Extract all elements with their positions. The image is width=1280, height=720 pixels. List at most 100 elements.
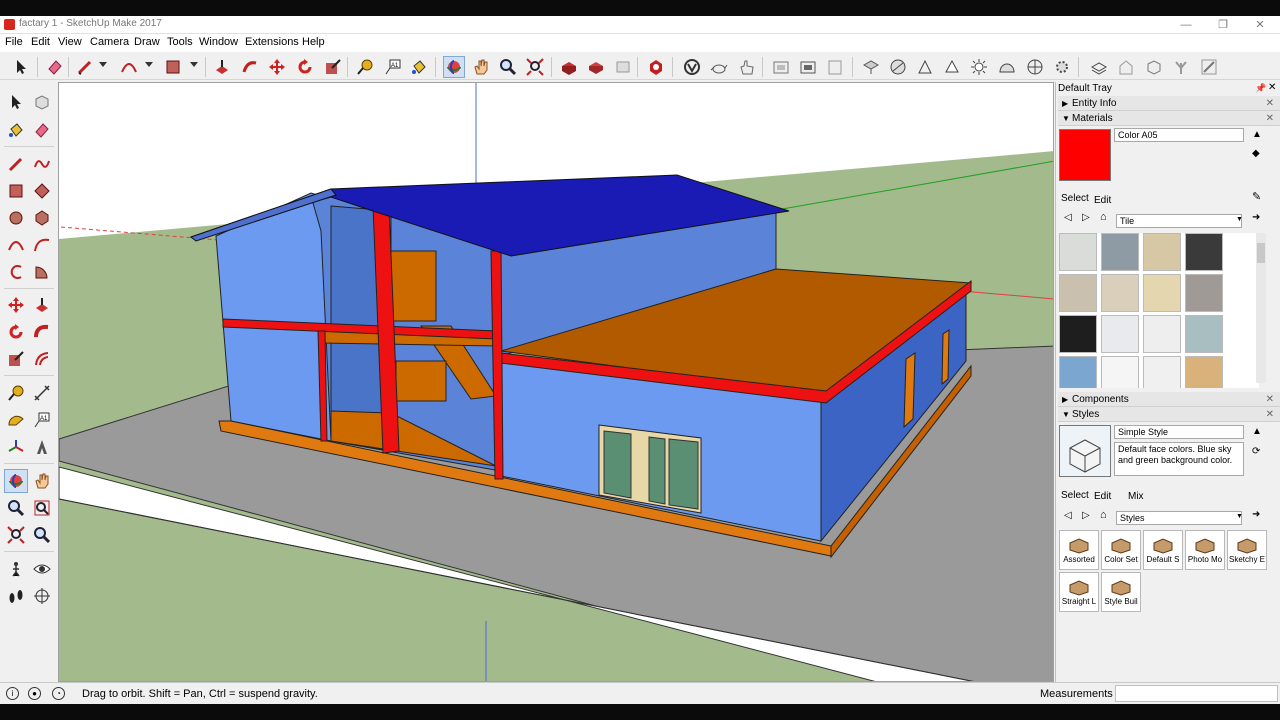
entity-info-panel-header[interactable]: ▶ Entity Info ✕ <box>1058 96 1280 111</box>
back-icon[interactable]: ◁ <box>1064 510 1072 521</box>
look-around-tool[interactable] <box>30 557 54 581</box>
eraser-tool-button[interactable] <box>44 56 66 78</box>
swatch-scrollbar[interactable] <box>1256 233 1266 383</box>
close-panel-icon[interactable]: ✕ <box>1266 96 1274 111</box>
measurements-input[interactable] <box>1115 685 1278 702</box>
hidden-line-button[interactable] <box>941 56 963 78</box>
hand-select-button[interactable] <box>736 56 758 78</box>
back-edges-button[interactable] <box>887 56 909 78</box>
paint-bucket-tool[interactable] <box>4 118 28 142</box>
material-swatch[interactable] <box>1185 233 1223 271</box>
materials-panel-header[interactable]: ▼ Materials ✕ <box>1058 111 1280 126</box>
section-plane-tool[interactable] <box>30 584 54 608</box>
follow-me-tool-button[interactable] <box>239 56 261 78</box>
menu-tools[interactable]: Tools <box>167 36 193 48</box>
rotate-tool[interactable] <box>4 320 28 344</box>
zoom-tool[interactable] <box>4 496 28 520</box>
material-swatch[interactable] <box>1143 274 1181 312</box>
tape-measure-tool[interactable] <box>4 381 28 405</box>
material-swatch[interactable] <box>1101 356 1139 388</box>
components-panel-header[interactable]: ▶ Components ✕ <box>1058 392 1280 407</box>
position-camera-tool[interactable] <box>4 557 28 581</box>
two-point-arc-tool[interactable] <box>30 233 54 257</box>
arc-tool-button[interactable] <box>118 56 140 78</box>
info-icon[interactable]: i <box>6 687 19 700</box>
chevron-down-icon[interactable]: ▼ <box>1236 216 1243 223</box>
styles-tab-edit[interactable]: Edit <box>1094 491 1111 502</box>
share-model-button[interactable] <box>585 56 607 78</box>
style-folder[interactable]: Sketchy E <box>1227 530 1267 570</box>
minimize-button[interactable]: — <box>1168 16 1204 34</box>
push-pull-tool[interactable] <box>30 293 54 317</box>
extension-warehouse-button[interactable] <box>645 56 667 78</box>
material-library-select[interactable]: Tile <box>1116 214 1242 228</box>
views-back-button[interactable] <box>1198 56 1220 78</box>
style-folder[interactable]: Straight L <box>1059 572 1099 612</box>
axes-tool[interactable] <box>4 435 28 459</box>
close-panel-icon[interactable]: ✕ <box>1266 392 1274 407</box>
shaded-button[interactable] <box>968 56 990 78</box>
arc-tool[interactable] <box>4 233 28 257</box>
styles-tab-select[interactable]: Select <box>1061 490 1089 501</box>
text-tool-button[interactable]: A1 <box>382 56 404 78</box>
menu-extensions[interactable]: Extensions <box>245 36 299 48</box>
details-arrow-icon[interactable]: ➜ <box>1252 212 1260 223</box>
style-folder[interactable]: Photo Mo <box>1185 530 1225 570</box>
style-folder[interactable]: Assorted <box>1059 530 1099 570</box>
section-display-button[interactable] <box>797 56 819 78</box>
scale-tool-button[interactable] <box>322 56 344 78</box>
rotated-rectangle-tool[interactable] <box>30 179 54 203</box>
pie-tool[interactable] <box>30 260 54 284</box>
style-folder[interactable]: Style Buil <box>1101 572 1141 612</box>
material-swatch[interactable] <box>1101 233 1139 271</box>
previous-view-tool[interactable] <box>30 523 54 547</box>
shadows-button[interactable] <box>1051 56 1073 78</box>
scale-tool[interactable] <box>4 347 28 371</box>
eyedropper-icon[interactable]: ✎ <box>1252 190 1261 203</box>
polygon-tool[interactable] <box>30 206 54 230</box>
style-preview[interactable] <box>1059 425 1111 477</box>
materials-tab-edit[interactable]: Edit <box>1094 195 1111 206</box>
modeling-viewport[interactable] <box>58 82 1054 682</box>
teapot-button[interactable] <box>708 56 730 78</box>
material-swatch[interactable] <box>1101 315 1139 353</box>
views-front-button[interactable] <box>1143 56 1165 78</box>
line-tool[interactable] <box>4 152 28 176</box>
material-swatch[interactable] <box>1143 233 1181 271</box>
section-plane-button[interactable] <box>770 56 792 78</box>
walk-tool[interactable] <box>4 584 28 608</box>
material-swatch[interactable] <box>1059 356 1097 388</box>
menu-camera[interactable]: Camera <box>90 36 129 48</box>
monochrome-button[interactable] <box>1024 56 1046 78</box>
style-description-field[interactable]: Default face colors. Blue sky and green … <box>1114 442 1244 476</box>
create-material-icon[interactable]: ▲ <box>1252 129 1262 140</box>
user-icon[interactable]: ◔ <box>52 687 65 700</box>
paint-bucket-button[interactable] <box>408 56 430 78</box>
views-right-button[interactable] <box>1170 56 1192 78</box>
orbit-tool[interactable] <box>4 469 28 493</box>
3d-scene[interactable] <box>59 83 1054 682</box>
menu-window[interactable]: Window <box>199 36 238 48</box>
text-tool[interactable]: A1 <box>30 408 54 432</box>
material-swatch[interactable] <box>1059 315 1097 353</box>
select-tool[interactable] <box>4 90 28 114</box>
material-swatch[interactable] <box>1143 356 1181 388</box>
update-style-icon[interactable]: ⟳ <box>1252 446 1260 457</box>
3d-text-tool[interactable] <box>30 435 54 459</box>
chevron-down-icon[interactable] <box>190 62 198 67</box>
close-button[interactable]: ✕ <box>1242 16 1278 34</box>
protractor-tool[interactable] <box>4 408 28 432</box>
menu-file[interactable]: File <box>5 36 23 48</box>
home-icon[interactable]: ⌂ <box>1100 211 1107 223</box>
back-icon[interactable]: ◁ <box>1064 212 1072 223</box>
views-iso-button[interactable] <box>1088 56 1110 78</box>
forward-icon[interactable]: ▷ <box>1082 212 1090 223</box>
share-component-button[interactable] <box>612 56 634 78</box>
chevron-down-icon[interactable]: ▼ <box>1236 513 1243 520</box>
3d-warehouse-button[interactable] <box>558 56 580 78</box>
wireframe-button[interactable] <box>914 56 936 78</box>
menu-help[interactable]: Help <box>302 36 325 48</box>
menu-view[interactable]: View <box>58 36 82 48</box>
create-style-icon[interactable]: ▲ <box>1252 426 1262 437</box>
material-swatch[interactable] <box>1101 274 1139 312</box>
